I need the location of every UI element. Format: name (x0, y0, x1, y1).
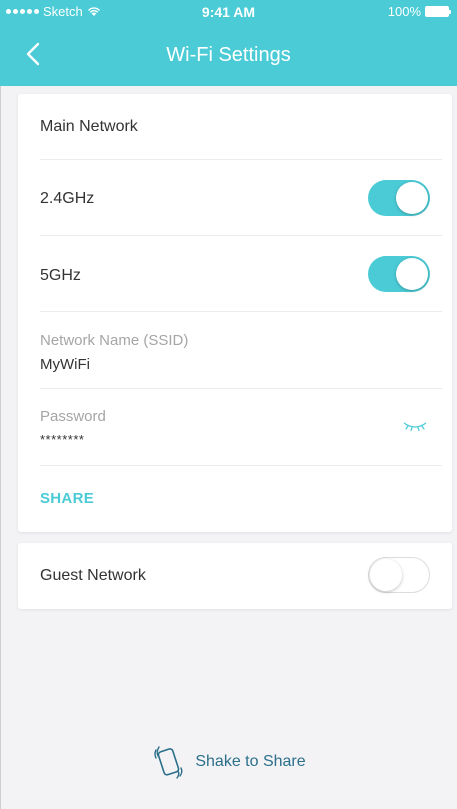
status-battery-group: 100% (387, 4, 451, 19)
band-24-label: 2.4GHz (40, 190, 95, 207)
band-5-row: 5GHz (40, 236, 442, 312)
battery-percent: 100% (387, 4, 421, 19)
password-label: Password (40, 408, 106, 425)
password-row[interactable]: Password ******** (40, 389, 442, 466)
shake-to-share-label: Shake to Share (195, 753, 306, 770)
password-value[interactable]: ******** (40, 432, 84, 447)
shake-phone-icon (154, 746, 183, 779)
app-header: Sketch 9:41 AM 100% Wi-Fi Settings (0, 0, 457, 86)
toggle-knob (396, 182, 428, 214)
eye-closed-icon[interactable] (402, 420, 428, 432)
band-5-label: 5GHz (40, 267, 81, 284)
status-bar: Sketch 9:41 AM 100% (0, 0, 457, 22)
ssid-label: Network Name (SSID) (40, 332, 189, 349)
window-left-edge (0, 86, 1, 809)
band-5-toggle[interactable] (368, 256, 430, 292)
shake-to-share[interactable]: Shake to Share (0, 742, 457, 782)
guest-network-label: Guest Network (40, 567, 146, 584)
ssid-row[interactable]: Network Name (SSID) MyWiFi (40, 312, 442, 389)
nav-bar: Wi-Fi Settings (0, 22, 457, 86)
main-network-header-row: Main Network (40, 94, 442, 160)
page-title: Wi-Fi Settings (166, 44, 291, 66)
battery-icon (425, 6, 451, 17)
main-network-card: Main Network 2.4GHz 5GHz Network Name (S… (18, 94, 452, 532)
guest-network-card: Guest Network (18, 543, 452, 609)
guest-network-row: Guest Network (40, 543, 442, 609)
toggle-knob (396, 258, 428, 290)
band-24-toggle[interactable] (368, 180, 430, 216)
toggle-knob (370, 559, 402, 591)
ssid-value[interactable]: MyWiFi (40, 356, 90, 373)
band-24-row: 2.4GHz (40, 160, 442, 236)
share-button[interactable]: SHARE (40, 490, 94, 507)
guest-network-toggle[interactable] (368, 557, 430, 593)
share-row: SHARE (40, 466, 442, 532)
main-network-title: Main Network (40, 118, 138, 135)
